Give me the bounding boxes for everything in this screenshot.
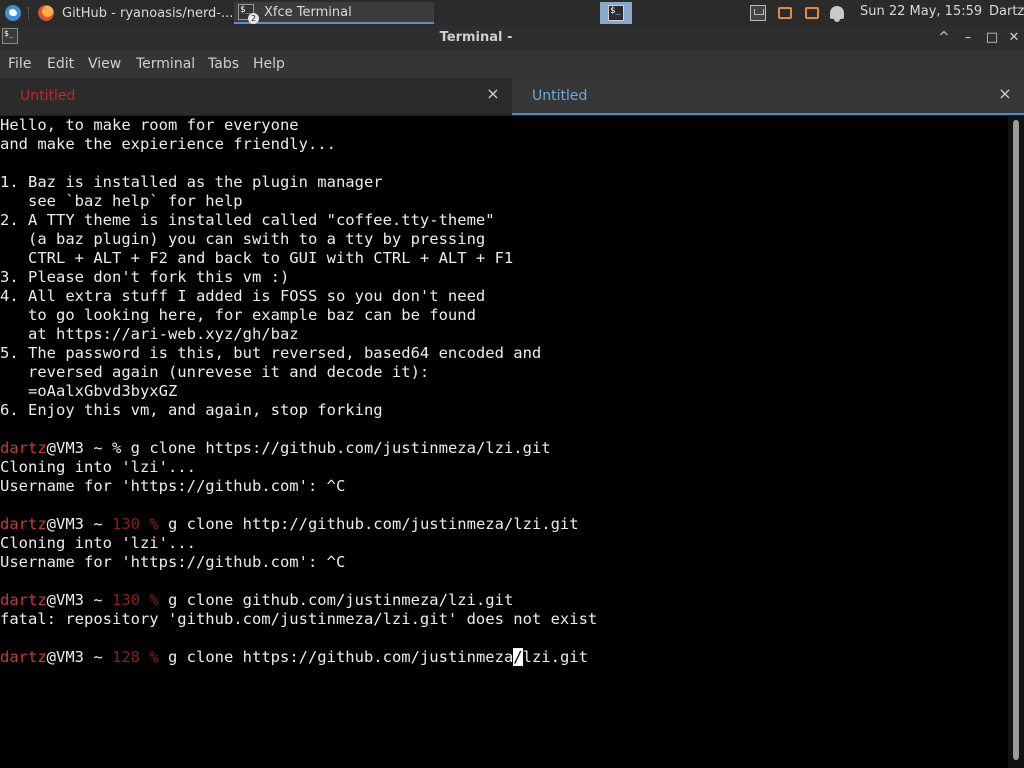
prompt-line: dartz@VM3 ~ 130 % g clone github.com/jus… <box>0 591 1008 610</box>
window-count-badge: 2 <box>248 13 259 24</box>
motd-line: 2. A TTY theme is installed called "coff… <box>0 211 495 229</box>
menu-terminal[interactable]: Terminal <box>136 56 195 72</box>
network-icon[interactable] <box>750 5 766 21</box>
notification-icon[interactable] <box>778 7 792 19</box>
maximize-button[interactable]: □ <box>982 28 1002 48</box>
prompt-host: @VM3 ~ <box>46 515 112 533</box>
menu-edit[interactable]: Edit <box>47 56 74 72</box>
prompt-symbol: % <box>140 648 168 666</box>
taskbar-terminal-window[interactable]: $_ 2 Xfce Terminal <box>234 2 434 24</box>
terminal-icon: $_ 2 <box>238 4 259 24</box>
minimize-button[interactable]: – <box>958 28 978 48</box>
motd-line: =oAalxGbvd3byxGZ <box>0 382 178 400</box>
firefox-icon <box>38 5 54 21</box>
motd-line: (a baz plugin) you can swith to a tty by… <box>0 230 486 248</box>
terminal-icon: $_ <box>608 5 624 21</box>
motd-line: Hello, to make room for everyone <box>0 116 299 134</box>
output-line: Username for 'https://github.com': ^C <box>0 477 346 495</box>
prompt-user: dartz <box>0 515 47 533</box>
motd-line: 4. All extra stuff I added is FOSS so yo… <box>0 287 486 305</box>
tab-untitled-2[interactable]: Untitled × <box>512 78 1024 115</box>
motd-line: to go looking here, for example baz can … <box>0 306 476 324</box>
output-line: fatal: repository 'github.com/justinmeza… <box>0 610 598 628</box>
terminal-output[interactable]: Hello, to make room for everyone and make… <box>0 116 1008 768</box>
taskbar-terminal-label: Xfce Terminal <box>264 4 352 20</box>
close-button[interactable]: ✕ <box>1004 28 1024 48</box>
menu-tabs[interactable]: Tabs <box>208 56 239 72</box>
menu-view[interactable]: View <box>88 56 121 72</box>
tab-label: Untitled <box>20 88 76 104</box>
workspace-terminal-glyph: $_ <box>610 6 621 16</box>
command-text: g clone https://github.com/justinmeza <box>168 648 514 666</box>
prompt-host: @VM3 ~ <box>46 439 112 457</box>
menu-file[interactable]: File <box>8 56 31 72</box>
command-text-after-cursor: lzi.git <box>522 648 588 666</box>
window-titlebar[interactable]: $_ Terminal - ^ – □ ✕ <box>0 26 1024 50</box>
taskbar-browser-label: GitHub - ryanoasis/nerd-... <box>62 5 234 21</box>
shade-button[interactable]: ^ <box>934 28 954 48</box>
window-title: Terminal - <box>439 30 513 45</box>
motd-line: reversed again (unrevese it and decode i… <box>0 363 430 381</box>
notification-icon[interactable] <box>805 7 819 19</box>
command-text: g clone github.com/justinmeza/lzi.git <box>168 591 514 609</box>
exit-status: 130 <box>112 591 140 609</box>
prompt-user: dartz <box>0 591 47 609</box>
tab-untitled-1[interactable]: Untitled × <box>0 78 512 115</box>
tab-close-icon[interactable]: × <box>997 86 1013 102</box>
xfce-menu-icon <box>5 5 21 21</box>
motd-line: CTRL + ALT + F2 and back to GUI with CTR… <box>0 249 514 267</box>
prompt-user: dartz <box>0 439 47 457</box>
bell-icon[interactable] <box>830 6 844 22</box>
prompt-user: dartz <box>0 648 47 666</box>
motd-line: 6. Enjoy this vm, and again, stop forkin… <box>0 401 383 419</box>
motd-line: at https://ari-web.xyz/gh/baz <box>0 325 299 343</box>
motd-line <box>0 420 1008 439</box>
motd-line: 1. Baz is installed as the plugin manage… <box>0 173 383 191</box>
prompt-line: dartz@VM3 ~ % g clone https://github.com… <box>0 439 1008 458</box>
tab-label: Untitled <box>532 88 588 104</box>
panel-clock[interactable]: Sun 22 May, 15:59 <box>860 4 982 19</box>
workspace-switcher[interactable]: $_ <box>600 2 632 24</box>
menu-bar: File Edit View Terminal Tabs Help <box>0 50 1024 78</box>
panel-separator <box>28 7 32 19</box>
motd-line: 3. Please don't fork this vm :) <box>0 268 290 286</box>
prompt-line: dartz@VM3 ~ 130 % g clone http://github.… <box>0 515 1008 534</box>
output-line: Cloning into 'lzi'... <box>0 534 196 552</box>
output-line: Cloning into 'lzi'... <box>0 458 196 476</box>
prompt-symbol: % <box>112 439 131 457</box>
exit-status: 130 <box>112 515 140 533</box>
motd-line: 5. The password is this, but reversed, b… <box>0 344 542 362</box>
command-text: g clone http://github.com/justinmeza/lzi… <box>168 515 579 533</box>
prompt-symbol: % <box>140 591 168 609</box>
prompt-host: @VM3 ~ <box>46 591 112 609</box>
output-line: Username for 'https://github.com': ^C <box>0 553 346 571</box>
prompt-symbol: % <box>140 515 168 533</box>
prompt-host: @VM3 ~ <box>46 648 112 666</box>
motd-line: and make the expierience friendly... <box>0 135 336 153</box>
top-panel: GitHub - ryanoasis/nerd-... $_ 2 Xfce Ter… <box>0 0 1024 27</box>
motd-line: see `baz help` for help <box>0 192 243 210</box>
exit-status: 128 <box>112 648 140 666</box>
applications-menu-button[interactable] <box>2 2 24 24</box>
terminal-scrollbar[interactable] <box>1008 116 1024 768</box>
scrollbar-thumb[interactable] <box>1013 120 1019 760</box>
motd-line <box>0 154 1008 173</box>
tab-bar: Untitled × Untitled × <box>0 78 1024 116</box>
menu-help[interactable]: Help <box>253 56 285 72</box>
text-cursor: / <box>513 648 523 666</box>
command-text: g clone https://github.com/justinmeza/lz… <box>130 439 551 457</box>
panel-user[interactable]: Dartz <box>989 4 1024 19</box>
taskbar-browser-window[interactable]: GitHub - ryanoasis/nerd-... <box>34 2 234 24</box>
tab-close-icon[interactable]: × <box>485 86 501 102</box>
motd-block: Hello, to make room for everyone and make… <box>0 116 1008 439</box>
prompt-line-active: dartz@VM3 ~ 128 % g clone https://github… <box>0 648 1008 667</box>
